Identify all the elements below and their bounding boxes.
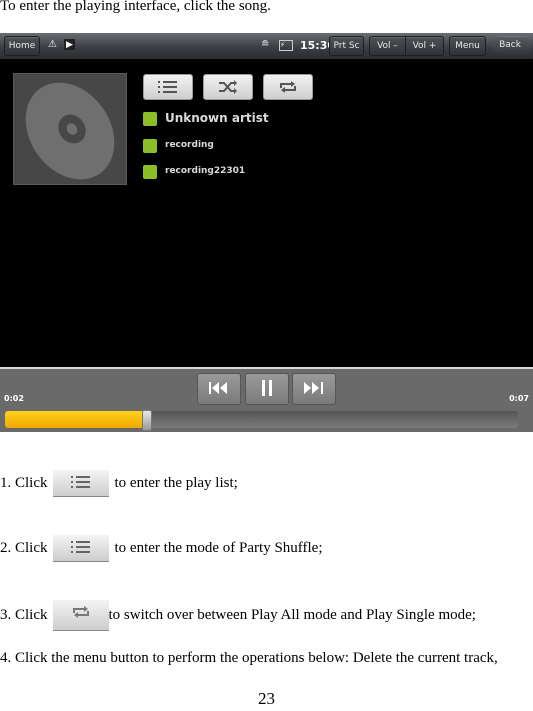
repeat-button-image	[52, 600, 109, 631]
vol-down-button[interactable]: Vol –	[369, 36, 406, 56]
playlist-icon	[158, 81, 177, 93]
step-3-text: to switch over between Play All mode and…	[108, 606, 476, 623]
warning-icon: ⚠	[48, 39, 57, 50]
artist-name: Unknown artist	[165, 111, 269, 125]
total-time: 0:07	[509, 394, 529, 403]
step-1-number: 1. Click	[0, 474, 48, 491]
disc-icon	[25, 82, 115, 180]
album-art	[13, 73, 127, 185]
repeat-button[interactable]	[263, 74, 313, 100]
album-name: recording	[165, 140, 214, 150]
page-number: 23	[258, 689, 275, 708]
playlist-icon	[70, 541, 90, 553]
track-name: recording22301	[165, 166, 246, 176]
elapsed-time: 0:02	[4, 394, 24, 403]
step-2-number: 2. Click	[0, 539, 48, 556]
previous-button[interactable]	[197, 373, 241, 405]
playlist-button[interactable]	[143, 74, 193, 100]
seek-thumb[interactable]	[142, 410, 152, 431]
album-icon	[143, 139, 157, 153]
step-2: 2. Click to enter the mode of Party Shuff…	[0, 535, 323, 562]
play-notification-icon: ▶	[64, 39, 75, 50]
step-3: 3. Click to switch over between Play All …	[0, 600, 476, 631]
device-screenshot: Home ⚠ ▶ ≘ ⚡ 15:30 Prt Sc Vol – Vol + Me…	[0, 33, 533, 432]
seek-progress	[5, 411, 144, 428]
step-1-text: to enter the play list;	[114, 474, 238, 491]
repeat-icon	[72, 606, 89, 618]
next-button[interactable]	[292, 373, 336, 405]
shuffle-button[interactable]	[203, 74, 253, 100]
intro-text: To enter the playing interface, click th…	[0, 0, 271, 14]
home-button[interactable]: Home	[4, 36, 40, 56]
step-2-text: to enter the mode of Party Shuffle;	[114, 539, 323, 556]
playback-controls: 0:02 0:07	[0, 367, 533, 432]
shuffle-icon	[219, 80, 237, 94]
step-3-number: 3. Click	[0, 606, 48, 623]
music-note-icon	[143, 165, 157, 179]
microphone-icon	[143, 112, 157, 126]
seek-bar[interactable]	[5, 410, 518, 431]
vol-up-button[interactable]: Vol +	[405, 36, 444, 56]
wifi-icon: ≘	[261, 39, 270, 50]
playlist-icon	[70, 476, 90, 488]
next-icon	[304, 382, 323, 394]
battery-icon: ⚡	[279, 40, 293, 51]
step-4-text: 4. Click the menu button to perform the …	[0, 650, 498, 666]
playlist-button-image	[52, 535, 109, 562]
playlist-button-image	[52, 470, 109, 497]
pause-button[interactable]	[245, 373, 289, 405]
step-1: 1. Click to enter the play list;	[0, 470, 238, 497]
prtsc-button[interactable]: Prt Sc	[329, 36, 364, 56]
repeat-icon	[280, 81, 296, 93]
back-button[interactable]: Back	[490, 36, 530, 54]
step-4: 4. Click the menu button to perform the …	[0, 650, 498, 667]
pause-icon	[262, 380, 272, 396]
menu-button[interactable]: Menu	[449, 36, 486, 56]
status-bar: Home ⚠ ▶ ≘ ⚡ 15:30 Prt Sc Vol – Vol + Me…	[0, 33, 533, 59]
previous-icon	[209, 382, 227, 394]
